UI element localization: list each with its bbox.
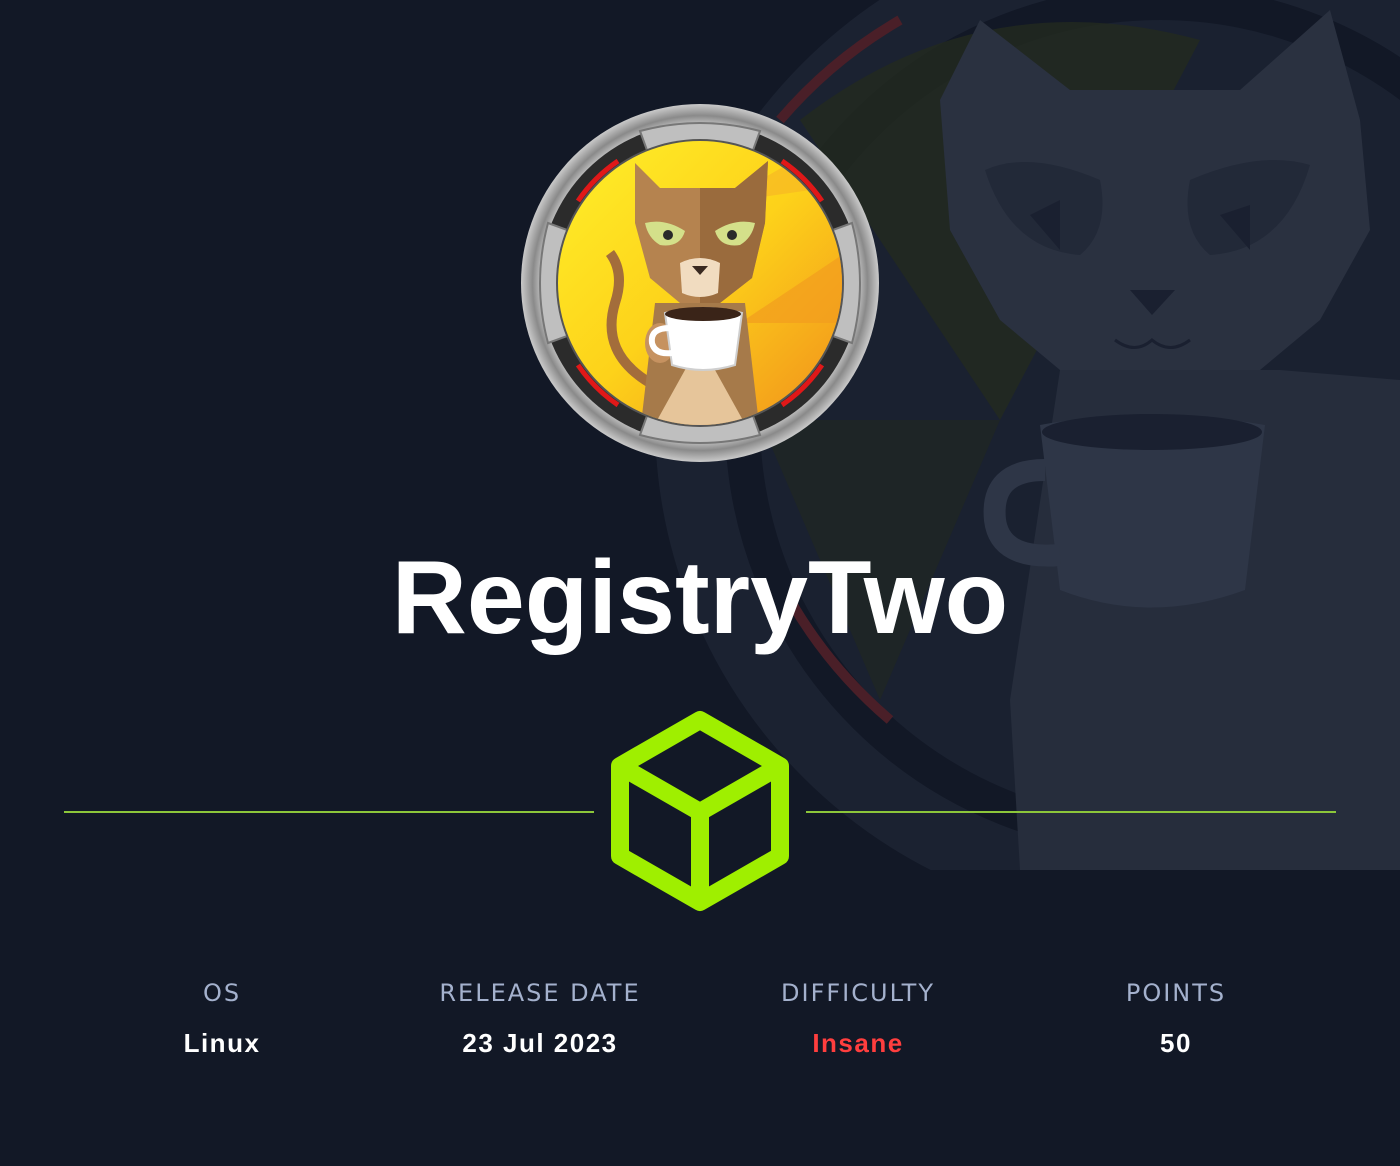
stat-difficulty: DIFFICULTY Insane: [708, 975, 1008, 1058]
stat-points: POINTS 50: [1026, 975, 1326, 1058]
stat-value-points: 50: [1160, 1028, 1192, 1058]
stat-label-difficulty: DIFFICULTY: [781, 979, 935, 1007]
stat-label-os: OS: [202, 979, 242, 1007]
stat-value-os: Linux: [183, 1028, 261, 1058]
machine-stats: OS Linux RELEASE DATE 23 Jul 2023 DIFFIC…: [0, 975, 1400, 1075]
machine-avatar: [521, 104, 879, 462]
stat-label-points: POINTS: [1125, 979, 1227, 1007]
machine-title: RegistryTwo: [391, 540, 1009, 656]
divider-left: [64, 811, 594, 813]
stat-value-release-date: 23 Jul 2023: [462, 1028, 618, 1058]
stat-value-difficulty: Insane: [812, 1028, 904, 1058]
cube-icon: [611, 711, 789, 911]
stat-release-date: RELEASE DATE 23 Jul 2023: [390, 975, 690, 1058]
divider-right: [806, 811, 1336, 813]
stat-os: OS Linux: [72, 975, 372, 1058]
machine-profile-page: RegistryTwo OS Linux RELEASE DATE 23 Jul…: [0, 0, 1400, 1166]
stat-label-release-date: RELEASE DATE: [439, 979, 641, 1007]
